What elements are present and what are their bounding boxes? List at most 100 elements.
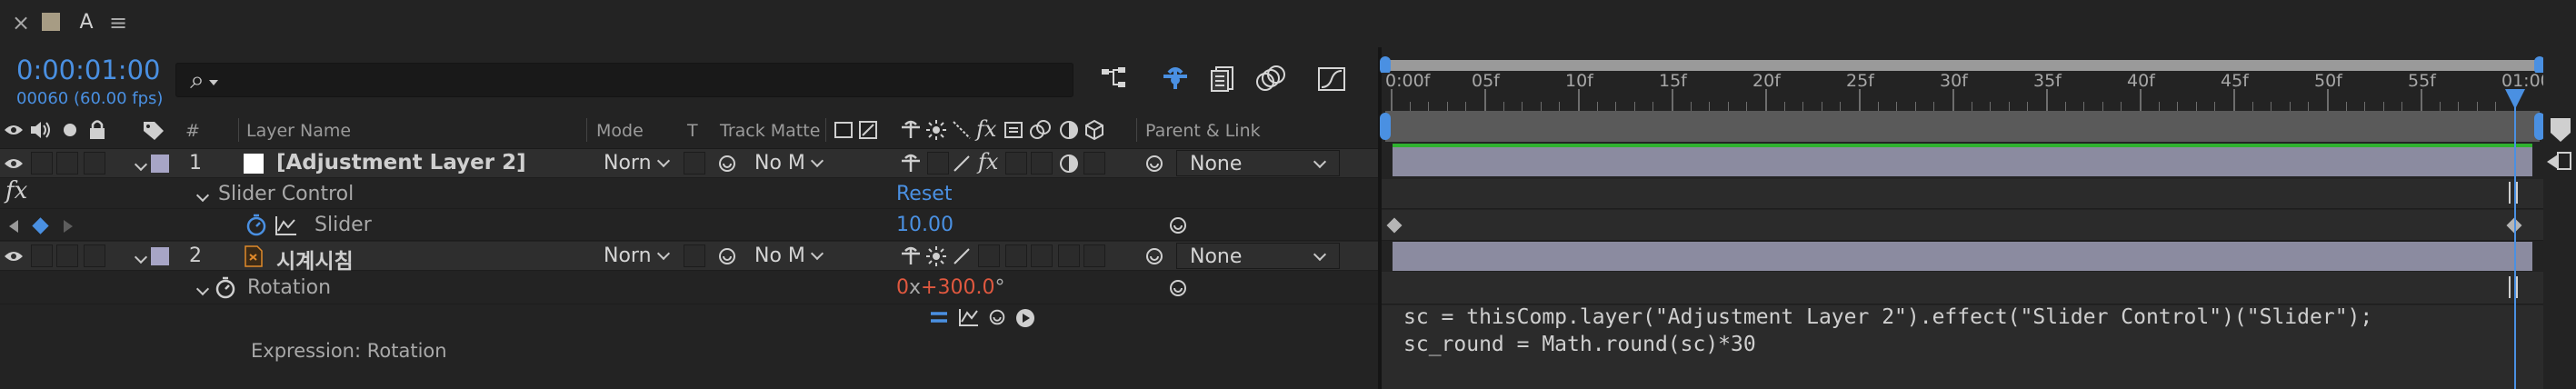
blend-mode-dropdown[interactable]: Norn	[604, 244, 670, 267]
property-pickwhip-icon[interactable]	[1167, 277, 1189, 299]
collapse-switch[interactable]	[927, 152, 949, 175]
preserve-transparency-toggle[interactable]	[684, 152, 705, 175]
shy-switch-header-icon[interactable]	[834, 122, 853, 138]
fx-header-icon[interactable]: fx	[976, 116, 996, 142]
solo-toggle[interactable]	[56, 244, 78, 267]
layer-row-1[interactable]: 1 [Adjustment Layer 2] Norn No M fx None	[0, 149, 1378, 178]
layer-label-color[interactable]	[151, 247, 169, 265]
lock-toggle[interactable]	[84, 152, 105, 175]
frame-blending-icon[interactable]	[1207, 64, 1238, 95]
expand-twirl-icon[interactable]	[129, 155, 148, 177]
property-pickwhip-icon[interactable]	[1167, 214, 1189, 236]
rotation-value[interactable]: 0x+300.0°	[896, 276, 1004, 299]
expression-line-2[interactable]: sc_round = Math.round(sc)*30	[1403, 333, 1756, 356]
stopwatch-icon[interactable]	[245, 214, 267, 237]
time-navigator-bar[interactable]	[1385, 60, 2540, 71]
audio-switch-header-icon[interactable]	[29, 120, 53, 140]
layer-label-color[interactable]	[151, 155, 169, 173]
draft-3d-icon[interactable]	[1160, 64, 1191, 95]
effect-name[interactable]: Slider Control	[218, 183, 354, 205]
font-lock-icon[interactable]: A	[76, 13, 96, 33]
frame-blend-header-icon[interactable]	[951, 119, 973, 141]
3d-layer-switch[interactable]	[1083, 152, 1105, 175]
enable-expression-icon[interactable]	[929, 307, 949, 327]
next-keyframe-icon[interactable]	[64, 220, 73, 233]
quality-switch-icon[interactable]	[951, 153, 973, 175]
quality-header-icon[interactable]	[900, 119, 922, 141]
layer-1-duration-bar[interactable]	[1393, 144, 2532, 176]
comp-marker-bin-icon[interactable]	[2549, 116, 2572, 144]
quality-switch-icon[interactable]	[951, 245, 973, 267]
solo-toggle[interactable]	[56, 152, 78, 175]
layer-search-field[interactable]: ⌕	[175, 63, 1073, 97]
frame-blend-switch[interactable]	[1005, 244, 1027, 267]
graph-editor-icon[interactable]	[1316, 64, 1347, 95]
current-time-indicator-head[interactable]	[2505, 89, 2525, 109]
add-keyframe-icon[interactable]	[32, 217, 49, 234]
motion-blur-header-icon[interactable]	[1003, 119, 1025, 141]
expand-twirl-icon[interactable]	[129, 248, 148, 270]
mode-column-header[interactable]: Mode	[596, 121, 644, 141]
t-column-header[interactable]: T	[687, 121, 698, 141]
expression-language-menu-icon[interactable]	[1014, 307, 1036, 329]
adjustment-half-header-icon[interactable]	[1058, 119, 1080, 141]
work-area-start-handle[interactable]	[1380, 113, 1391, 140]
layer-name[interactable]: 시계시침	[276, 244, 354, 274]
parent-dropdown[interactable]: None	[1176, 150, 1340, 176]
adjustment-layer-header-icon[interactable]	[1029, 119, 1053, 141]
graph-icon[interactable]	[275, 214, 298, 236]
current-time-display[interactable]: 0:00:01:00	[16, 55, 160, 85]
lock-toggle[interactable]	[84, 244, 105, 267]
adjustment-layer-switch-icon[interactable]	[1058, 153, 1080, 175]
effects-switch-icon[interactable]: fx	[978, 149, 998, 175]
current-time-indicator-line[interactable]	[2514, 89, 2516, 389]
parent-dropdown[interactable]: None	[1176, 243, 1340, 269]
track-matte-pickwhip-icon[interactable]	[716, 153, 738, 175]
layer-name[interactable]: [Adjustment Layer 2]	[276, 151, 526, 175]
frame-blend-switch[interactable]	[1005, 152, 1027, 175]
lock-header-icon[interactable]	[87, 118, 107, 140]
video-visibility-icon[interactable]	[4, 249, 24, 264]
track-matte-dropdown[interactable]: No M	[754, 244, 824, 267]
audio-toggle[interactable]	[31, 244, 53, 267]
work-area-bar[interactable]	[1385, 111, 2540, 142]
slider-value[interactable]: 10.00	[896, 214, 954, 236]
shy-switch-icon[interactable]	[900, 153, 922, 175]
rotation-turns[interactable]: 0	[896, 276, 909, 299]
layer-out-marker[interactable]	[2509, 182, 2518, 204]
reset-link[interactable]: Reset	[896, 183, 952, 205]
composition-flowchart-icon[interactable]	[1100, 65, 1131, 93]
expression-graph-icon[interactable]	[958, 307, 980, 327]
parent-pickwhip-icon[interactable]	[1143, 153, 1165, 175]
track-matte-pickwhip-icon[interactable]	[716, 245, 738, 267]
close-tab-icon[interactable]: ×	[11, 12, 31, 34]
expression-editor[interactable]: sc = thisComp.layer("Adjustment Layer 2"…	[1382, 305, 2543, 389]
video-switch-header-icon[interactable]	[4, 121, 24, 139]
audio-toggle[interactable]	[31, 152, 53, 175]
layer-2-duration-bar[interactable]	[1393, 242, 2532, 271]
rotation-degrees[interactable]: +300.0	[921, 276, 994, 299]
adjustment-layer-switch[interactable]	[1058, 244, 1080, 267]
motion-blur-icon[interactable]	[1254, 64, 1287, 95]
3d-layer-switch[interactable]	[1083, 244, 1105, 267]
parent-link-column-header[interactable]: Parent & Link	[1145, 121, 1261, 141]
stopwatch-icon[interactable]	[215, 276, 236, 300]
effects-switch[interactable]	[978, 244, 1000, 267]
track-matte-column-header[interactable]: Track Matte	[720, 121, 820, 141]
previous-keyframe-icon[interactable]	[9, 220, 18, 233]
solo-header-icon[interactable]	[64, 124, 76, 136]
rotation-out-marker[interactable]	[2509, 276, 2518, 298]
3d-layer-header-icon[interactable]	[1083, 119, 1105, 141]
collapse-transform-header-icon[interactable]	[858, 120, 878, 140]
motion-blur-switch[interactable]	[1031, 152, 1053, 175]
preserve-transparency-toggle[interactable]	[684, 244, 705, 267]
panel-menu-icon[interactable]: ≡	[107, 12, 129, 34]
expression-line-1[interactable]: sc = thisComp.layer("Adjustment Layer 2"…	[1403, 305, 2372, 329]
effect-switch-header-icon[interactable]	[925, 119, 947, 141]
continuous-rasterize-icon[interactable]	[925, 245, 947, 267]
comp-button-icon[interactable]	[2545, 149, 2574, 175]
shy-switch-icon[interactable]	[900, 245, 922, 267]
label-header-icon[interactable]	[142, 120, 165, 140]
number-column-header[interactable]: #	[185, 121, 200, 141]
motion-blur-switch[interactable]	[1031, 244, 1053, 267]
